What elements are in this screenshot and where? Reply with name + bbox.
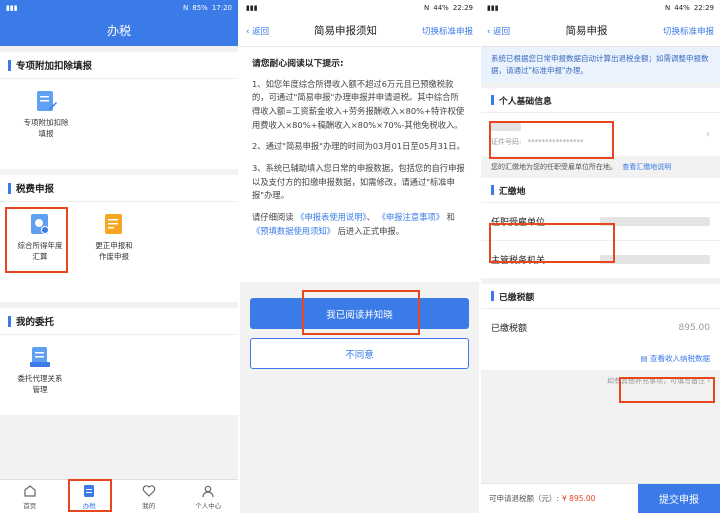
refund-label: 可申请退税额（元）: (489, 494, 560, 503)
section-title: 税费申报 (0, 175, 238, 202)
view-income-row: ▤ 查看收入纳税数据 (481, 346, 720, 370)
section-title: 我的委托 (0, 308, 238, 335)
card-paid-tax: 已缴税额 已缴税额 895.00 ▤ 查看收入纳税数据 (481, 284, 720, 371)
back-label: 返回 (493, 26, 511, 37)
chevron-right-icon: › (706, 129, 710, 141)
status-bar: ▮▮▮ N 44% 22:29 (481, 0, 720, 15)
nfc-icon: N (183, 3, 189, 12)
signal-icon: ▮▮▮ (246, 3, 258, 12)
card-title: 个人基础信息 (481, 88, 720, 112)
battery-level: 85% (192, 3, 208, 12)
notice-paragraph-links: 请仔细阅读 《申报表使用说明》、 《申报注意事项》 和 《预填数据使用须知》 后… (252, 211, 467, 238)
refund-value: ¥ 895.00 (562, 494, 596, 503)
home-icon (24, 484, 36, 497)
document-edit-icon (37, 91, 57, 111)
link-filing-notes[interactable]: 《申报注意事项》 (378, 212, 444, 222)
back-button[interactable]: ‹ 返回 (246, 25, 269, 37)
switch-standard-button[interactable]: 切换标准申报 (422, 25, 473, 37)
tab-label: 个人中心 (195, 501, 222, 510)
paid-tax-row: 已缴税额 895.00 (481, 308, 720, 346)
back-button[interactable]: ‹ 返回 (487, 25, 510, 37)
section-special-deduction: 专项附加扣除填报 专项附加扣除 填报 (0, 52, 238, 169)
info-banner: 系统已根据您日常申报数据自动计算出退税金额；如需调整申报数据，请通过"标准申报"… (481, 47, 720, 83)
document-icon: ▤ (640, 353, 648, 363)
link-form-instructions[interactable]: 《申报表使用说明》 (296, 212, 367, 222)
delegation-icon (30, 347, 50, 367)
panel-tax-services: ▮▮▮ N 85% 17:20 办税 专项附加扣除填报 专项附加扣除 填报 税费… (0, 0, 238, 513)
signal-icon: ▮▮▮ (6, 3, 18, 12)
notice-paragraph: 1、如您年度综合所得收入额不超过6万元且已预缴税款的，可通过"简易申报"办理申报… (252, 78, 465, 130)
section-my-delegation: 我的委托 委托代理关系 管理 (0, 308, 238, 415)
panel-simple-filing-notice: ▮▮▮ N 44% 22:29 ‹ 返回 简易申报须知 切换标准申报 请您耐心阅… (240, 0, 479, 513)
submit-button[interactable]: 提交申报 (638, 484, 720, 513)
signal-icon: ▮▮▮ (487, 3, 499, 12)
view-income-link[interactable]: ▤ 查看收入纳税数据 (641, 353, 710, 364)
refund-amount: 可申请退税额（元）: ¥ 895.00 (481, 484, 638, 513)
tax-office-value-redacted (600, 255, 710, 265)
text: 请仔细阅读 (252, 212, 294, 222)
notice-paragraph: 2、通过"简易申报"办理的时间为03月01日至05月31日。 (252, 141, 465, 152)
tile-special-deduction[interactable]: 专项附加扣除 填报 (16, 89, 76, 159)
notice-content: 请您耐心阅读以下提示: 1、如您年度综合所得收入额不超过6万元且已预缴税款的，可… (240, 47, 479, 256)
page-title: 办税 (0, 15, 238, 46)
clock: 17:20 (211, 3, 232, 12)
tab-label: 首页 (23, 501, 37, 510)
card-title: 汇缴地 (481, 178, 720, 202)
clock: 22:29 (452, 3, 473, 12)
text: 和 (446, 212, 455, 222)
switch-standard-button[interactable]: 切换标准申报 (663, 25, 714, 37)
tab-mine[interactable]: 我的 (119, 480, 179, 513)
page-title: 简易申报 (565, 25, 608, 37)
status-bar: ▮▮▮ N 85% 17:20 (0, 0, 238, 15)
tile-label: 更正申报和 作废申报 (95, 241, 133, 261)
clock: 22:29 (693, 3, 714, 12)
notice-heading: 请您耐心阅读以下提示: (252, 59, 344, 69)
region-note: 您的汇缴地为您的任职受雇单位所在地。 查看汇缴地说明 (481, 156, 720, 178)
section-title: 专项附加扣除填报 (0, 52, 238, 79)
correction-icon (105, 214, 122, 234)
employer-value-redacted (600, 217, 710, 227)
highlight-identity (489, 121, 614, 159)
disagree-button[interactable]: 不同意 (250, 338, 469, 369)
status-bar: ▮▮▮ N 44% 22:29 (240, 0, 479, 15)
tile-label: 专项附加扣除 填报 (23, 118, 69, 138)
back-label: 返回 (252, 26, 270, 37)
paid-tax-value: 895.00 (678, 322, 711, 333)
region-info-link[interactable]: 查看汇缴地说明 (622, 163, 671, 171)
battery-level: 44% (674, 3, 690, 12)
text: 、 (366, 212, 375, 222)
tile-correct-void-filing[interactable]: 更正申报和 作废申报 (84, 212, 144, 292)
highlight-tab-tax (68, 479, 112, 512)
card-title: 已缴税额 (481, 284, 720, 308)
highlight-employer (489, 223, 615, 263)
nfc-icon: N (424, 3, 430, 12)
highlight-view-income (619, 377, 715, 403)
link-prefill-notice[interactable]: 《预填数据使用须知》 (252, 226, 335, 236)
tab-home[interactable]: 首页 (0, 480, 60, 513)
notice-paragraph: 3、系统已辅助填入您日常的申报数据，包括您的自行申报以及支付方的扣缴申报数据，如… (252, 162, 465, 201)
bottom-tab-bar: 首页 办税 我的 个人中心 (0, 479, 238, 513)
text: 后进入正式申报。 (337, 225, 405, 236)
submit-bar: 可申请退税额（元）: ¥ 895.00 提交申报 (481, 483, 720, 513)
highlight-annual-settlement (5, 207, 68, 273)
panel-simple-filing: ▮▮▮ N 44% 22:29 ‹ 返回 简易申报 切换标准申报 系统已根据您日… (481, 0, 720, 513)
tab-label: 我的 (142, 501, 156, 510)
nav-bar: ‹ 返回 简易申报须知 切换标准申报 (240, 15, 479, 47)
nav-bar: ‹ 返回 简易申报 切换标准申报 (481, 15, 720, 47)
tab-personal-center[interactable]: 个人中心 (179, 480, 239, 513)
highlight-agree-button (302, 290, 420, 335)
view-income-label: 查看收入纳税数据 (650, 353, 710, 363)
region-note-text: 您的汇缴地为您的任职受雇单位所在地。 (491, 163, 617, 172)
nfc-icon: N (665, 3, 671, 12)
tile-delegation-management[interactable]: 委托代理关系 管理 (10, 345, 70, 405)
heart-icon (142, 484, 155, 497)
page-title: 简易申报须知 (314, 25, 378, 37)
tile-label: 委托代理关系 管理 (17, 374, 63, 394)
battery-level: 44% (433, 3, 449, 12)
user-icon (202, 485, 214, 497)
paid-tax-label: 已缴税额 (491, 324, 528, 335)
